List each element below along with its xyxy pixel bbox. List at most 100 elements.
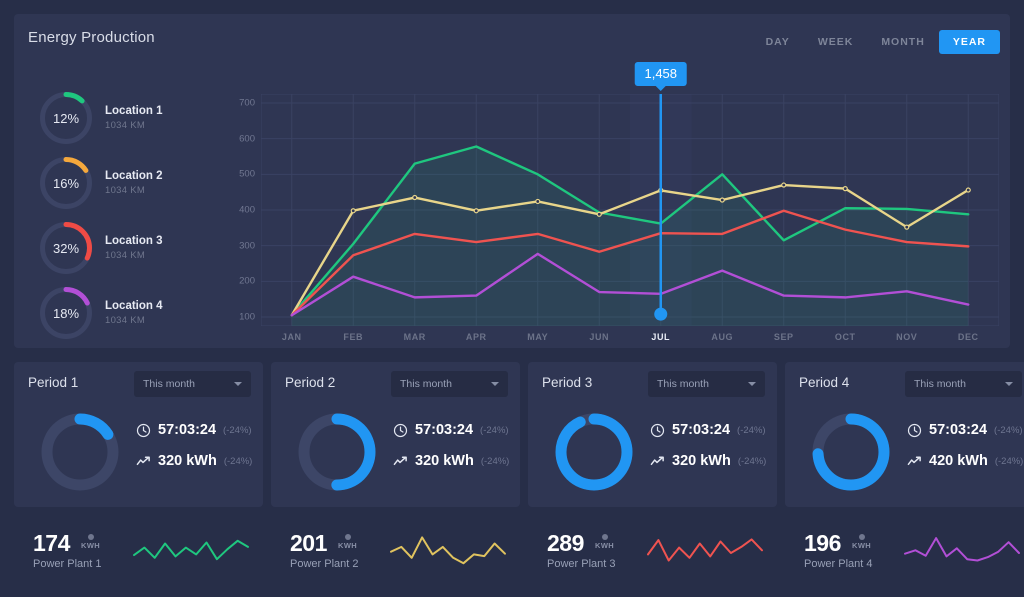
period-time-row: 57:03:24 (-24%) [650,422,766,438]
x-axis-tick-dec[interactable]: DEC [958,332,979,342]
chevron-down-icon [1005,382,1013,386]
period-range-dropdown[interactable]: This month [391,371,508,397]
range-tab-year[interactable]: YEAR [938,30,1000,54]
y-axis-tick: 400 [239,204,255,216]
clock-icon [907,423,922,437]
range-tab-day[interactable]: DAY [752,30,804,54]
status-dot-icon [87,534,94,540]
location-name: Location 3 [105,235,163,247]
dashboard-root: Energy Production DAY WEEK MONTH YEAR 12% Lo… [0,0,1024,597]
dropdown-value: This month [914,378,966,390]
trending-up-icon [650,456,664,465]
location-name: Location 1 [105,105,163,117]
range-tab-month[interactable]: MONTH [867,30,939,54]
period-energy-row: 320 kWh (-24%) [650,453,766,469]
x-axis-labels: JAN FEB MAR APR MAY JUN JUL AUG SEP OCT NOV DEC [261,326,999,348]
period-title: Period 1 [28,375,79,390]
power-plant-card[interactable]: 174 KWH Power Plant 1 [14,518,263,584]
period-stats: 57:03:24 (-24%) 320 kWh (-24%) [650,422,766,484]
x-axis-tick-nov[interactable]: NOV [896,332,917,342]
power-plant-card[interactable]: 196 KWH Power Plant 4 [785,518,1024,584]
period-time-delta: (-24%) [480,424,509,436]
plant-name: Power Plant 4 [804,558,873,570]
x-axis-tick-mar[interactable]: MAR [404,332,426,342]
period-energy-value: 420 kWh [929,453,988,469]
plot-area: 1,458 [260,62,1000,327]
plant-value: 174 [33,530,70,556]
y-axis-tick: 600 [239,133,255,145]
period-energy-row: 420 kWh (-24%) [907,453,1023,469]
plant-name: Power Plant 1 [33,558,102,570]
plant-sparkline [646,528,764,572]
power-plant-list: 174 KWH Power Plant 1 201 KWH Power Plant 2 28… [14,518,1024,584]
line-chart: 700 600 500 400 300 200 100 1,458 JAN FEB MAR APR… [219,62,1000,344]
period-progress-donut [811,412,891,492]
period-stats: 57:03:24 (-24%) 320 kWh (-24%) [136,422,252,484]
chevron-down-icon [491,382,499,386]
plant-name: Power Plant 2 [290,558,359,570]
period-range-dropdown[interactable]: This month [134,371,251,397]
period-title: Period 4 [799,375,850,390]
range-tab-week[interactable]: WEEK [804,30,868,54]
period-energy-delta: (-24%) [994,455,1024,467]
period-time-delta: (-24%) [223,424,252,436]
location-distance: 1034 KM [105,315,146,326]
location-text: Location 3 1034 KM [105,235,163,261]
location-percent: 18% [52,305,80,321]
trending-up-icon [907,456,921,465]
x-axis-tick-jul[interactable]: JUL [651,332,670,342]
clock-icon [136,423,151,437]
y-axis-labels: 700 600 500 400 300 200 100 [219,94,255,323]
plant-name: Power Plant 3 [547,558,616,570]
period-range-dropdown[interactable]: This month [905,371,1022,397]
plant-sparkline [389,528,507,572]
x-axis-tick-jun[interactable]: JUN [589,332,609,342]
status-dot-icon [601,534,608,540]
x-axis-tick-jan[interactable]: JAN [282,332,302,342]
period-progress-donut [554,412,634,492]
x-axis-tick-oct[interactable]: OCT [835,332,856,342]
location-name: Location 4 [105,300,163,312]
period-time-value: 57:03:24 [415,422,474,438]
location-name: Location 2 [105,170,163,182]
plant-sparkline [903,528,1021,572]
location-row[interactable]: 18% Location 4 1034 KM [40,287,163,339]
location-text: Location 2 1034 KM [105,170,163,196]
y-axis-tick: 500 [239,168,255,180]
x-axis-tick-apr[interactable]: APR [466,332,487,342]
x-axis-tick-aug[interactable]: AUG [711,332,733,342]
location-donut-chart: 16% [40,157,92,209]
plant-value: 289 [547,530,584,556]
plant-unit: KWH [81,534,100,550]
x-axis-tick-feb[interactable]: FEB [343,332,363,342]
plant-sparkline [132,528,250,572]
period-card: Period 1 This month 57:03:24 (-24%) 320 kWh (… [14,362,263,507]
x-axis-tick-sep[interactable]: SEP [774,332,794,342]
dropdown-value: This month [143,378,195,390]
page-title: Energy Production [28,29,155,46]
period-progress-donut [40,412,120,492]
location-row[interactable]: 16% Location 2 1034 KM [40,157,163,209]
power-plant-card[interactable]: 289 KWH Power Plant 3 [528,518,777,584]
period-card-list: Period 1 This month 57:03:24 (-24%) 320 kWh (… [14,362,1024,507]
period-time-delta: (-24%) [737,424,766,436]
x-axis-tick-may[interactable]: MAY [527,332,548,342]
plant-unit: KWH [338,534,357,550]
location-row[interactable]: 12% Location 1 1034 KM [40,92,163,144]
energy-production-panel: Energy Production DAY WEEK MONTH YEAR 12% Lo… [14,14,1010,348]
location-row[interactable]: 32% Location 3 1034 KM [40,222,163,274]
trending-up-icon [136,456,150,465]
plant-unit-label: KWH [81,541,101,550]
location-text: Location 1 1034 KM [105,105,163,131]
period-energy-row: 320 kWh (-24%) [393,453,509,469]
status-dot-icon [344,534,351,540]
period-energy-row: 320 kWh (-24%) [136,453,252,469]
location-text: Location 4 1034 KM [105,300,163,326]
power-plant-card[interactable]: 201 KWH Power Plant 2 [271,518,520,584]
period-card: Period 3 This month 57:03:24 (-24%) 320 kWh (… [528,362,777,507]
period-energy-value: 320 kWh [415,453,474,469]
location-donut-chart: 12% [40,92,92,144]
location-percent: 12% [52,110,80,126]
chart-svg [260,72,1000,327]
period-range-dropdown[interactable]: This month [648,371,765,397]
